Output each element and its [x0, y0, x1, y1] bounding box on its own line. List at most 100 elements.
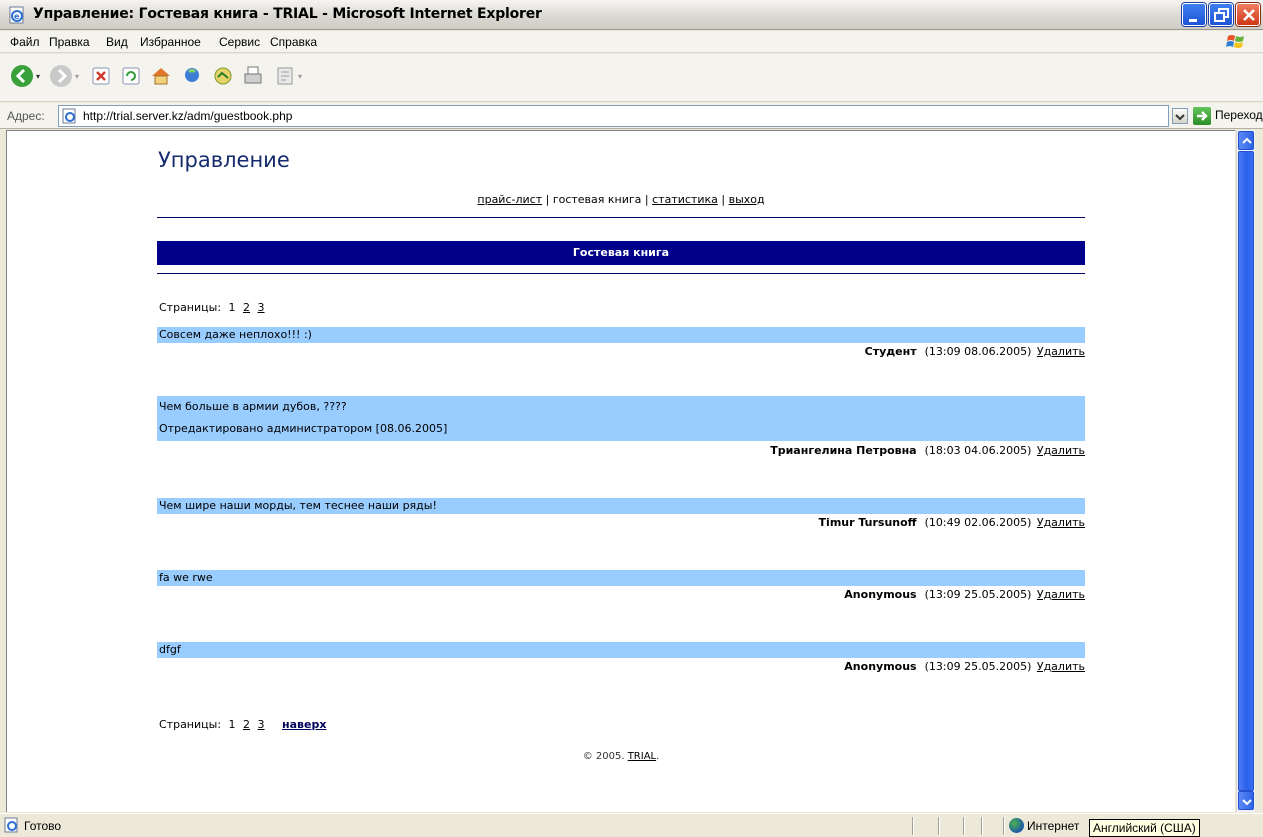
entry-author: Anonymous	[844, 660, 917, 673]
search-icon[interactable]	[180, 63, 206, 89]
entry-meta: Студент (13:09 08.06.2005) Удалить	[157, 345, 1085, 358]
menu-favorites[interactable]: Избранное	[140, 35, 201, 49]
scroll-up-icon	[1242, 137, 1252, 144]
entry-author: Студент	[864, 345, 917, 358]
nav-guestbook-current: гостевая книга	[552, 193, 642, 206]
title-bar: e Управление: Гостевая книга - TRIAL - M…	[0, 0, 1263, 30]
page-current: 1	[228, 718, 236, 731]
page-current: 1	[228, 301, 236, 314]
entry-message: Совсем даже неплохо!!! :)	[157, 327, 1085, 343]
forward-icon[interactable]	[48, 63, 74, 89]
delete-link[interactable]: Удалить	[1037, 444, 1085, 457]
delete-link[interactable]: Удалить	[1037, 516, 1085, 529]
entry-author: Anonymous	[844, 588, 917, 601]
edit-dropdown-icon[interactable]: ▾	[298, 72, 302, 81]
language-tooltip: Английский (США)	[1089, 819, 1200, 837]
page-link-2[interactable]: 2	[243, 718, 250, 731]
go-button[interactable]: Переход	[1193, 106, 1263, 126]
menu-help[interactable]: Справка	[270, 35, 317, 49]
restore-icon	[1214, 8, 1229, 22]
entry-text: Чем больше в армии дубов, ????	[159, 400, 347, 413]
forward-dropdown-icon[interactable]: ▾	[75, 72, 79, 81]
footer-copyright: © 2005.	[582, 751, 625, 762]
menu-tools[interactable]: Сервис	[219, 35, 260, 49]
entry-text: Чем шире наши морды, тем теснее наши ряд…	[159, 499, 437, 512]
divider	[157, 217, 1085, 218]
delete-link[interactable]: Удалить	[1037, 660, 1085, 673]
page-viewport: Управление прайс-лист | гостевая книга |…	[6, 130, 1235, 812]
top-nav: прайс-лист | гостевая книга | статистика…	[157, 193, 1085, 206]
windows-logo-icon	[1226, 35, 1244, 48]
scroll-thumb[interactable]	[1238, 151, 1254, 791]
scroll-down-button[interactable]	[1238, 791, 1254, 810]
pagination-bottom: Страницы: 1 2 3 наверх	[159, 718, 326, 731]
svg-text:e: e	[14, 12, 20, 21]
close-icon	[1243, 9, 1255, 21]
delete-link[interactable]: Удалить	[1037, 345, 1085, 358]
menu-bar: Файл Правка Вид Избранное Сервис Справка	[0, 31, 1263, 53]
page-link-3[interactable]: 3	[258, 718, 265, 731]
favorites-icon[interactable]	[210, 63, 236, 89]
status-divider	[1003, 817, 1004, 835]
close-button[interactable]	[1236, 3, 1260, 26]
entry-text: Совсем даже неплохо!!! :)	[159, 328, 312, 341]
entry-datetime: (13:09 08.06.2005)	[924, 345, 1032, 358]
window-title: Управление: Гостевая книга - TRIAL - Mic…	[33, 6, 542, 22]
entry-meta: Anonymous (13:09 25.05.2005) Удалить	[157, 660, 1085, 673]
go-label: Переход	[1215, 108, 1263, 122]
entry-text: Отредактировано администратором [08.06.2…	[159, 422, 448, 435]
entry-author: Timur Tursunoff	[818, 516, 917, 529]
page-icon	[62, 108, 76, 124]
menu-view[interactable]: Вид	[106, 35, 128, 49]
entry-message: Чем шире наши морды, тем теснее наши ряд…	[157, 498, 1085, 514]
footer: © 2005. TRIAL.	[157, 751, 1085, 762]
entry-datetime: (13:09 25.05.2005)	[924, 660, 1032, 673]
status-divider	[963, 817, 964, 835]
top-link[interactable]: наверх	[282, 718, 326, 731]
nav-separator: |	[644, 193, 649, 206]
address-dropdown-button[interactable]	[1172, 108, 1188, 124]
scroll-down-icon	[1242, 799, 1252, 806]
entry-meta: Триангелина Петровна (18:03 04.06.2005) У…	[157, 444, 1085, 457]
menu-file[interactable]: Файл	[10, 35, 40, 49]
divider	[157, 273, 1085, 274]
address-bar: Адрес: http://trial.server.kz/adm/guestb…	[0, 103, 1263, 129]
delete-link[interactable]: Удалить	[1037, 588, 1085, 601]
home-icon[interactable]	[148, 63, 174, 89]
stop-icon[interactable]	[88, 63, 114, 89]
page-done-icon	[4, 817, 18, 833]
pagination-label: Страницы:	[159, 301, 222, 314]
menu-edit[interactable]: Правка	[49, 35, 90, 49]
pagination-top: Страницы: 1 2 3	[159, 301, 265, 314]
refresh-icon[interactable]	[118, 63, 144, 89]
address-input[interactable]: http://trial.server.kz/adm/guestbook.php	[58, 105, 1169, 127]
entry-text: fa we rwe	[159, 571, 213, 584]
address-url: http://trial.server.kz/adm/guestbook.php	[83, 109, 293, 123]
edit-icon[interactable]	[272, 63, 298, 89]
entry-message: dfgf	[157, 642, 1085, 658]
minimize-button[interactable]	[1182, 3, 1206, 26]
minimize-icon	[1189, 19, 1197, 22]
back-icon[interactable]	[9, 63, 35, 89]
nav-price-link[interactable]: прайс-лист	[477, 193, 542, 206]
entry-datetime: (13:09 25.05.2005)	[924, 588, 1032, 601]
status-divider	[912, 817, 913, 835]
go-arrow-icon	[1193, 107, 1211, 125]
nav-logout-link[interactable]: выход	[729, 193, 765, 206]
nav-separator: |	[545, 193, 550, 206]
print-icon[interactable]	[240, 63, 266, 89]
vertical-scrollbar[interactable]	[1236, 130, 1255, 812]
entry-meta: Anonymous (13:09 25.05.2005) Удалить	[157, 588, 1085, 601]
footer-suffix: .	[656, 751, 660, 762]
scroll-up-button[interactable]	[1238, 131, 1254, 150]
nav-stats-link[interactable]: статистика	[652, 193, 718, 206]
status-divider	[938, 817, 939, 835]
entry-datetime: (10:49 02.06.2005)	[924, 516, 1032, 529]
page-link-2[interactable]: 2	[243, 301, 250, 314]
pagination-label: Страницы:	[159, 718, 222, 731]
back-dropdown-icon[interactable]: ▾	[36, 72, 40, 81]
footer-link[interactable]: TRIAL	[628, 751, 656, 762]
restore-button[interactable]	[1209, 3, 1233, 26]
address-label: Адрес:	[7, 109, 45, 123]
page-link-3[interactable]: 3	[258, 301, 265, 314]
